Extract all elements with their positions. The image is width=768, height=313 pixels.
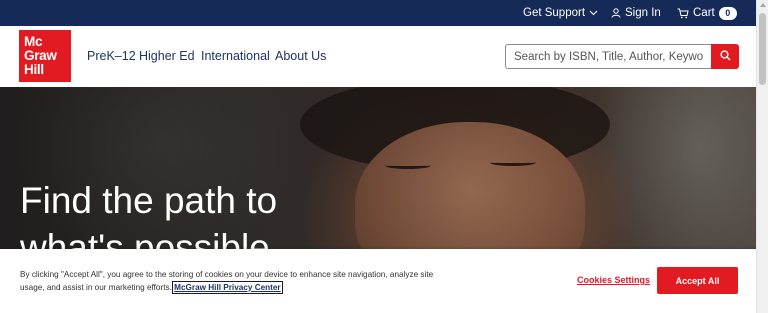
logo-line-1: Mc: [24, 34, 43, 49]
privacy-center-link[interactable]: McGraw Hill Privacy Center: [172, 281, 283, 294]
search-button[interactable]: [711, 44, 739, 69]
cookies-settings-link[interactable]: Cookies Settings: [577, 275, 650, 285]
sign-in-link[interactable]: Sign In: [611, 0, 661, 26]
get-support-link[interactable]: Get Support: [523, 0, 598, 26]
cookie-consent-banner: By clicking "Accept All", you agree to t…: [0, 249, 756, 313]
logo-line-2: Graw: [24, 48, 57, 63]
nav-item-higher-ed[interactable]: Higher Ed: [139, 49, 195, 63]
cart-link[interactable]: Cart 0: [677, 0, 737, 26]
cookie-text: By clicking "Accept All", you agree to t…: [20, 268, 450, 294]
mcgraw-hill-logo[interactable]: Mc Graw Hill: [19, 30, 71, 82]
user-icon: [611, 8, 621, 18]
chevron-down-icon: [589, 10, 598, 16]
cart-label: Cart: [693, 7, 715, 19]
search-icon: [719, 49, 731, 64]
sign-in-label: Sign In: [625, 7, 661, 19]
accept-all-button[interactable]: Accept All: [657, 267, 738, 294]
nav-item-about-us[interactable]: About Us: [275, 49, 326, 63]
hero-banner: Find the path to what's possible: [0, 87, 756, 249]
cart-icon: [677, 8, 689, 19]
main-header: Mc Graw Hill PreK–12 Higher Ed Internati…: [0, 26, 756, 87]
scrollbar-thumb[interactable]: [759, 13, 766, 85]
scroll-up-icon[interactable]: [760, 3, 766, 7]
get-support-label: Get Support: [523, 7, 586, 19]
logo-line-3: Hill: [24, 62, 44, 77]
search-input[interactable]: [505, 44, 712, 69]
top-utility-bar: Get Support Sign In Cart 0: [0, 0, 756, 26]
cart-count-badge: 0: [718, 6, 737, 20]
page-scrollbar[interactable]: [756, 0, 768, 313]
hero-title: Find the path to what's possible: [20, 180, 278, 249]
nav-item-international[interactable]: International: [201, 49, 270, 63]
nav-item-prek-12[interactable]: PreK–12: [87, 49, 136, 63]
